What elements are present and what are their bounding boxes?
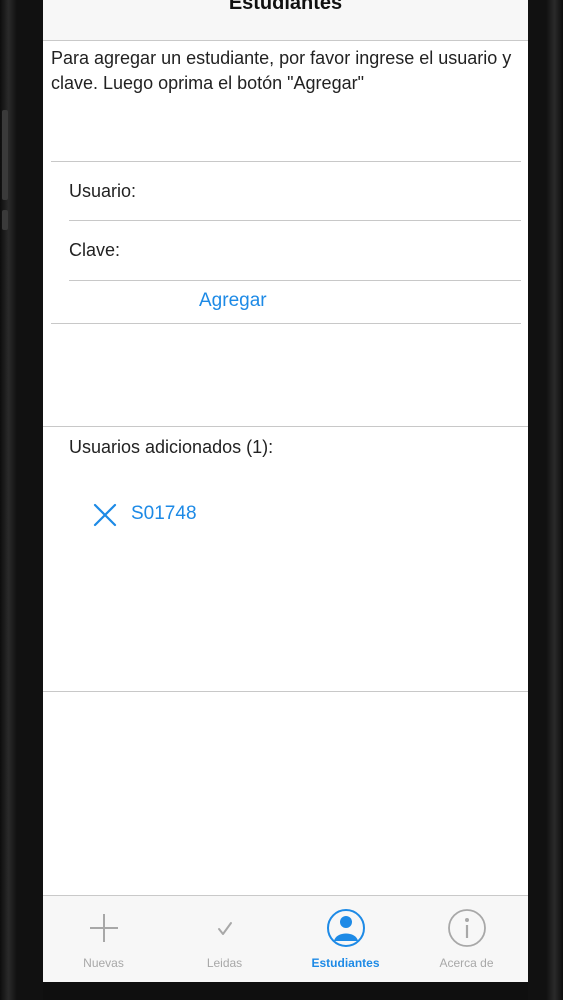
clave-label: Clave: bbox=[69, 240, 121, 260]
usuario-label: Usuario: bbox=[69, 181, 137, 201]
added-users-header: Usuarios adicionados (1): bbox=[69, 437, 274, 457]
tab-label: Acerca de bbox=[439, 956, 494, 970]
divider bbox=[51, 323, 521, 324]
navigation-bar: Estudiantes bbox=[43, 0, 528, 41]
agregar-button[interactable]: Agregar bbox=[199, 290, 267, 312]
instructions-text: Para agregar un estudiante, por favor in… bbox=[51, 48, 512, 93]
side-button bbox=[2, 210, 8, 230]
tab-leidas[interactable]: Leidas bbox=[164, 896, 285, 982]
checkmark-icon bbox=[217, 922, 232, 935]
clave-field-underline bbox=[69, 280, 521, 281]
info-icon bbox=[447, 909, 486, 947]
app-screen: Estudiantes Para agregar un estudiante, … bbox=[43, 0, 528, 982]
tab-label: Nuevas bbox=[83, 956, 124, 970]
divider bbox=[43, 426, 528, 427]
phone-bottom-bezel bbox=[43, 982, 528, 1000]
usuario-field-underline bbox=[69, 220, 521, 221]
plus-icon bbox=[89, 914, 118, 942]
tab-bar: Nuevas Leidas Estudiantes Acerca de bbox=[43, 895, 528, 982]
side-button bbox=[2, 110, 8, 200]
divider bbox=[51, 161, 521, 162]
tab-label: Leidas bbox=[206, 956, 243, 970]
tab-acerca-de[interactable]: Acerca de bbox=[406, 896, 527, 982]
tab-nuevas[interactable]: Nuevas bbox=[43, 896, 164, 982]
tab-estudiantes[interactable]: Estudiantes bbox=[285, 896, 406, 982]
page-title: Estudiantes bbox=[228, 0, 343, 14]
tab-label: Estudiantes bbox=[311, 956, 380, 970]
person-icon bbox=[326, 909, 365, 947]
divider bbox=[43, 691, 528, 692]
added-user-item[interactable]: S01748 bbox=[131, 503, 197, 525]
close-icon[interactable] bbox=[93, 503, 117, 527]
